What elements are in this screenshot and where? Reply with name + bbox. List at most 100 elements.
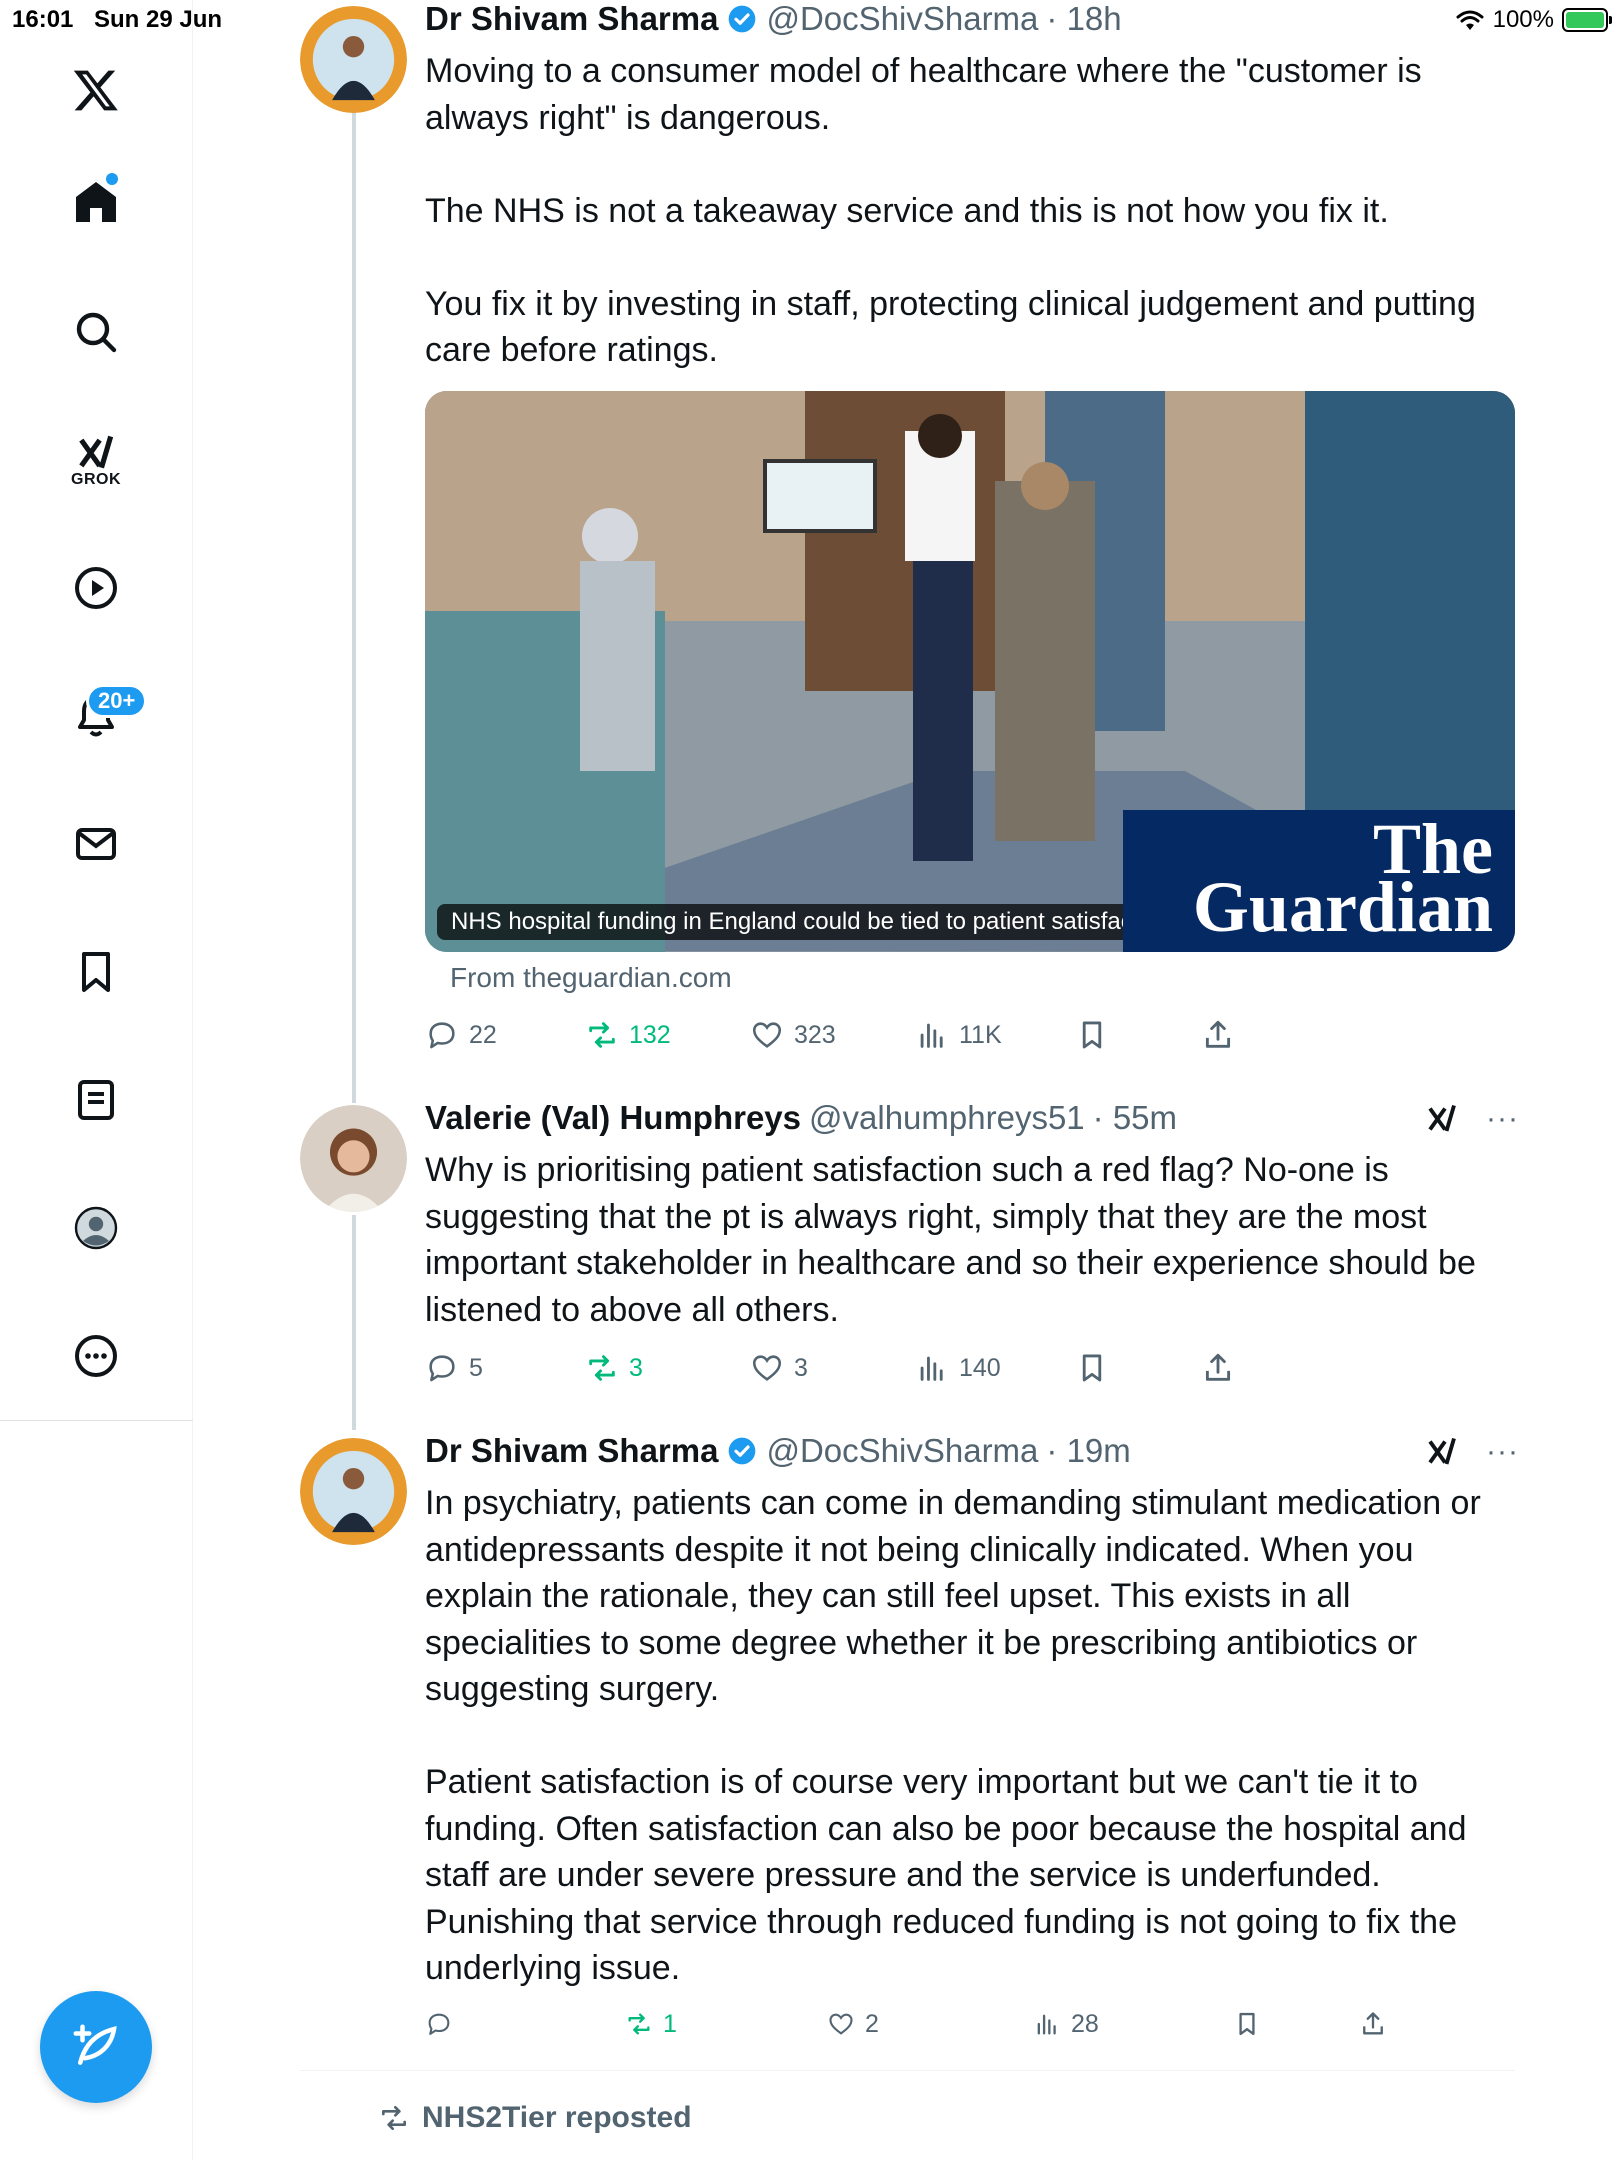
tweet-text: In psychiatry, patients can come in dema… xyxy=(425,1484,1481,1987)
card-source[interactable]: From theguardian.com xyxy=(450,962,732,994)
play-icon xyxy=(75,567,117,609)
repost-button[interactable]: 132 xyxy=(585,1015,671,1055)
home-icon xyxy=(76,182,116,222)
views-button[interactable]: 11K xyxy=(915,1015,1002,1055)
reply-count: 22 xyxy=(469,1020,497,1049)
repost-icon xyxy=(628,2013,650,2035)
author-handle[interactable]: @DocShivSharma xyxy=(766,0,1038,38)
repost-button[interactable]: 3 xyxy=(585,1348,643,1388)
sidebar-item-messages[interactable] xyxy=(60,808,132,880)
reply-icon xyxy=(429,1022,455,1049)
repost-icon xyxy=(589,1022,615,1048)
views-count: 28 xyxy=(1071,2009,1099,2038)
sidebar-item-lists[interactable] xyxy=(60,1064,132,1136)
like-button[interactable]: 2 xyxy=(827,2004,879,2044)
grok-icon[interactable] xyxy=(1424,1101,1460,1137)
bookmark-icon xyxy=(1239,2012,1255,2036)
views-icon xyxy=(1037,2014,1056,2035)
views-button[interactable]: 140 xyxy=(915,1348,1001,1388)
sidebar-item-profile[interactable] xyxy=(60,1192,132,1264)
compose-button[interactable] xyxy=(40,1991,152,2103)
reply-button[interactable] xyxy=(425,2004,463,2044)
share-icon xyxy=(1205,1353,1231,1381)
battery-percent: 100% xyxy=(1492,6,1554,33)
notifications-badge: 20+ xyxy=(86,684,148,718)
author-name[interactable]: Dr Shivam Sharma xyxy=(425,0,718,38)
grok-icon[interactable] xyxy=(1424,1434,1460,1470)
share-button[interactable] xyxy=(1359,2004,1387,2044)
heart-icon xyxy=(829,2013,853,2035)
bookmark-button[interactable] xyxy=(1075,1348,1109,1388)
sidebar-item-search[interactable] xyxy=(60,296,132,368)
tweet-separator xyxy=(300,2070,1515,2071)
avatar[interactable] xyxy=(300,1105,407,1212)
tweet-text: Why is prioritising patient satisfaction… xyxy=(425,1151,1486,1329)
heart-icon xyxy=(752,1355,782,1381)
tweet-text: Moving to a consumer model of healthcare… xyxy=(425,52,1476,369)
reply-button[interactable]: 5 xyxy=(425,1348,483,1388)
like-button[interactable]: 323 xyxy=(750,1015,836,1055)
tweet-header: Dr Shivam Sharma @DocShivSharma · 18h xyxy=(425,0,1122,38)
grok-label: GROK xyxy=(71,471,121,488)
bookmark-icon xyxy=(82,952,110,992)
verified-badge-icon xyxy=(729,1437,756,1465)
views-count: 11K xyxy=(959,1020,1002,1049)
wifi-icon xyxy=(1456,10,1484,30)
views-count: 140 xyxy=(959,1353,1001,1382)
more-options-icon[interactable]: ··· xyxy=(1486,1435,1519,1469)
tweet-header: Dr Shivam Sharma @DocShivSharma · 19m xyxy=(425,1432,1131,1470)
like-button[interactable]: 3 xyxy=(750,1348,808,1388)
repost-count: 132 xyxy=(629,1020,671,1049)
link-card[interactable]: NHS hospital funding in England could be… xyxy=(425,391,1515,952)
thread-connector xyxy=(352,108,356,1103)
views-icon xyxy=(920,1356,943,1381)
sidebar: GROK 20+ xyxy=(0,0,193,2160)
author-handle[interactable]: @DocShivSharma xyxy=(766,1432,1038,1470)
avatar[interactable] xyxy=(300,1438,407,1545)
sidebar-item-bookmarks[interactable] xyxy=(60,936,132,1008)
grok-icon xyxy=(79,435,114,469)
repost-icon xyxy=(382,2106,406,2130)
more-options-icon[interactable]: ··· xyxy=(1486,1102,1519,1136)
repost-banner[interactable]: NHS2Tier reposted xyxy=(378,2101,692,2135)
repost-icon xyxy=(589,1355,615,1381)
home-unread-dot xyxy=(106,173,118,185)
bookmark-icon xyxy=(1082,1021,1102,1049)
bookmark-icon xyxy=(1082,1354,1102,1382)
x-logo-icon[interactable] xyxy=(60,54,132,126)
mail-icon xyxy=(76,828,116,860)
profile-icon xyxy=(74,1206,118,1250)
sidebar-item-videos[interactable] xyxy=(60,552,132,624)
card-caption: NHS hospital funding in England could be… xyxy=(437,904,1186,940)
sidebar-item-more[interactable] xyxy=(60,1320,132,1392)
bookmark-button[interactable] xyxy=(1075,1015,1109,1055)
sidebar-item-grok[interactable]: GROK xyxy=(60,418,132,502)
repost-banner-text: NHS2Tier reposted xyxy=(422,2101,692,2134)
views-button[interactable]: 28 xyxy=(1033,2004,1099,2044)
share-icon xyxy=(1363,2012,1383,2035)
compose-feather-icon xyxy=(73,2024,117,2065)
author-handle[interactable]: @valhumphreys51 xyxy=(809,1099,1085,1137)
list-icon xyxy=(78,1080,114,1120)
tweet-time[interactable]: · 19m xyxy=(1046,1432,1130,1470)
reply-button[interactable]: 22 xyxy=(425,1015,497,1055)
tweet-time[interactable]: · 18h xyxy=(1046,0,1121,38)
like-count: 2 xyxy=(865,2009,879,2038)
more-icon xyxy=(75,1335,117,1377)
author-name[interactable]: Valerie (Val) Humphreys xyxy=(425,1099,801,1137)
reply-count: 5 xyxy=(469,1353,483,1382)
battery-icon xyxy=(1562,8,1612,32)
avatar[interactable] xyxy=(300,6,407,113)
share-button[interactable] xyxy=(1201,1348,1235,1388)
share-button[interactable] xyxy=(1201,1015,1235,1055)
sidebar-item-home[interactable] xyxy=(60,166,132,238)
share-icon xyxy=(1205,1020,1231,1048)
verified-badge-icon xyxy=(729,5,756,33)
tweet-time[interactable]: · 55m xyxy=(1093,1099,1177,1137)
bookmark-button[interactable] xyxy=(1233,2004,1261,2044)
repost-count: 3 xyxy=(629,1353,643,1382)
author-name[interactable]: Dr Shivam Sharma xyxy=(425,1432,718,1470)
reply-icon xyxy=(428,2013,450,2035)
repost-button[interactable]: 1 xyxy=(625,2004,677,2044)
tweet-top-actions: ··· xyxy=(1424,1434,1519,1470)
